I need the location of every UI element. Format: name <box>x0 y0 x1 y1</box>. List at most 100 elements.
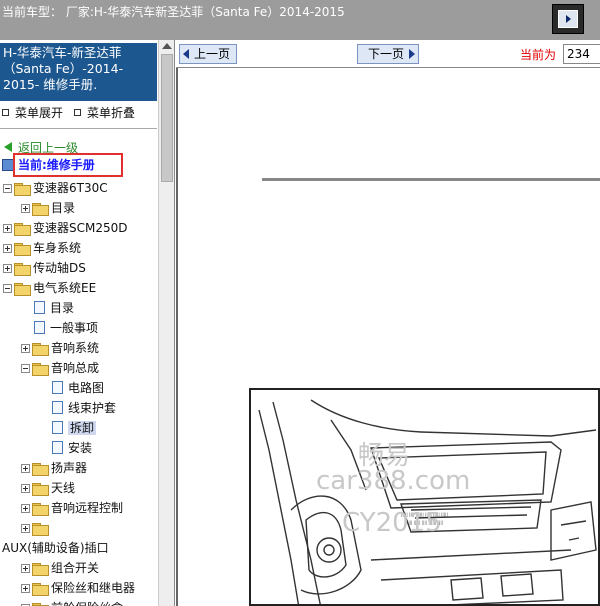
tree-folder-item[interactable]: 音响远程控制 <box>21 499 123 517</box>
collapse-menu-label: 菜单折叠 <box>87 106 136 120</box>
tree-item-label: 安装 <box>68 441 93 455</box>
expand-node-icon[interactable] <box>3 264 12 273</box>
expand-node-icon[interactable] <box>21 484 30 493</box>
collapse-icon <box>74 109 81 116</box>
toggle-panel-button[interactable] <box>552 4 584 34</box>
document-icon <box>34 301 45 314</box>
tree-item-label: 一般事项 <box>50 321 99 335</box>
watermark-line2: car388.com <box>316 466 471 496</box>
manual-title: H-华泰汽车-新圣达菲（Santa Fe）-2014-2015- 维修手册. <box>0 43 157 101</box>
current-page-label: 当前为 <box>520 48 557 62</box>
document-icon <box>52 401 63 414</box>
tree-item-label: 电路图 <box>68 381 105 395</box>
tree-item-label: 目录 <box>50 301 75 315</box>
collapse-menu-button[interactable]: 菜单折叠 <box>74 104 135 121</box>
folder-icon <box>14 262 31 276</box>
expand-node-icon[interactable] <box>3 224 12 233</box>
document-icon <box>52 441 63 454</box>
next-page-button[interactable]: 下一页 <box>357 44 420 64</box>
tree-folder-item[interactable]: 前舱保险丝盒 <box>21 599 123 606</box>
tree-folder-item[interactable]: 变速器SCM250D <box>3 219 128 237</box>
tree-item-label: 音响总成 <box>51 361 100 375</box>
collapse-node-icon[interactable] <box>21 364 30 373</box>
expand-menu-label: 菜单展开 <box>15 106 64 120</box>
tree-item-label: 音响系统 <box>51 341 100 355</box>
folder-icon <box>32 522 49 536</box>
tree-folder-item[interactable] <box>21 519 51 537</box>
folder-icon <box>32 362 49 376</box>
expand-icon <box>2 109 9 116</box>
vehicle-title: 当前车型： 厂家:H-华泰汽车新圣达菲（Santa Fe）2014-2015 <box>2 5 345 19</box>
tree-item-label: 电气系统EE <box>33 281 97 295</box>
tree-folder-item[interactable]: 扬声器 <box>21 459 87 477</box>
tree-item-label: 天线 <box>51 481 76 495</box>
tree-folder-item[interactable]: 变速器6T30C <box>3 179 108 197</box>
expand-node-icon[interactable] <box>3 244 12 253</box>
divider <box>0 128 157 129</box>
collapse-node-icon[interactable] <box>3 184 12 193</box>
tree-folder-item[interactable]: 音响总成 <box>21 359 99 377</box>
tree-folder-item[interactable]: 保险丝和继电器 <box>21 579 135 597</box>
folder-icon <box>32 342 49 356</box>
folder-icon <box>14 222 31 236</box>
tree-item-label: 组合开关 <box>51 561 100 575</box>
folder-icon <box>32 502 49 516</box>
tree-item-label: 扬声器 <box>51 461 88 475</box>
tree-document-item[interactable]: 电路图 <box>39 379 104 397</box>
tree-item-label: 前舱保险丝盒 <box>51 601 123 606</box>
tree-folder-item[interactable]: 电气系统EE <box>3 279 96 297</box>
tree-text-item[interactable]: AUX(辅助设备)插口 <box>2 539 109 557</box>
expand-node-icon[interactable] <box>21 524 30 533</box>
content-border <box>176 68 178 606</box>
expand-node-icon[interactable] <box>21 504 30 513</box>
highlight-box <box>13 153 123 177</box>
tree-document-item[interactable]: 拆卸 <box>39 419 97 437</box>
section-rule <box>262 178 600 181</box>
expand-node-icon[interactable] <box>21 344 30 353</box>
folder-icon <box>32 482 49 496</box>
tree-item-label: 目录 <box>51 201 76 215</box>
tree-item-label: 变速器SCM250D <box>33 221 128 235</box>
expand-node-icon[interactable] <box>21 584 30 593</box>
tree-document-item[interactable]: 线束护套 <box>39 399 116 417</box>
prev-page-button[interactable]: 上一页 <box>179 44 238 64</box>
tree-folder-item[interactable]: 组合开关 <box>21 559 99 577</box>
expand-node-icon[interactable] <box>21 464 30 473</box>
folder-icon <box>32 562 49 576</box>
folder-icon <box>14 182 31 196</box>
tree-item-label: 车身系统 <box>33 241 82 255</box>
page-number-input[interactable]: 234 <box>563 44 600 64</box>
tree-document-item[interactable]: 目录 <box>21 299 74 317</box>
tree-item-label: AUX(辅助设备)插口 <box>2 541 109 555</box>
tree-folder-item[interactable]: 车身系统 <box>3 239 81 257</box>
dashboard-diagram: ||||| |||| |||||| ||||| ||||| ||||| ||||… <box>249 388 600 606</box>
right-arrow-icon <box>409 49 416 59</box>
next-page-label: 下一页 <box>368 47 405 61</box>
expand-menu-button[interactable]: 菜单展开 <box>2 104 63 121</box>
collapse-node-icon[interactable] <box>3 284 12 293</box>
tree-document-item[interactable]: 一般事项 <box>21 319 98 337</box>
tree-folder-item[interactable]: 传动轴DS <box>3 259 86 277</box>
content-panel: 上一页 下一页 当前为 234 ||||| |||| |||||| ||||| … <box>176 40 600 606</box>
tree-folder-item[interactable]: 音响系统 <box>21 339 99 357</box>
folder-icon <box>32 582 49 596</box>
scroll-up-icon[interactable] <box>162 43 172 49</box>
expand-node-icon[interactable] <box>21 564 30 573</box>
left-arrow-icon <box>183 49 189 59</box>
sidebar: H-华泰汽车-新圣达菲（Santa Fe）-2014-2015- 维修手册. 菜… <box>0 40 175 606</box>
tree-item-label: 线束护套 <box>68 401 117 415</box>
scroll-thumb[interactable] <box>161 54 173 182</box>
expand-node-icon[interactable] <box>21 204 30 213</box>
dashboard-line-drawing: ||||| |||| |||||| ||||| ||||| ||||| ||||… <box>258 399 597 604</box>
tree-folder-item[interactable]: 天线 <box>21 479 75 497</box>
back-arrow-icon <box>4 142 12 152</box>
play-icon <box>558 10 578 28</box>
tree-item-label: 拆卸 <box>68 421 97 435</box>
tree-document-item[interactable]: 安装 <box>39 439 92 457</box>
folder-icon <box>32 602 49 606</box>
tree-item-label: 保险丝和继电器 <box>51 581 136 595</box>
document-icon <box>52 421 63 434</box>
sidebar-scrollbar[interactable] <box>158 40 174 606</box>
tree-folder-item[interactable]: 目录 <box>21 199 75 217</box>
tree-item-label: 传动轴DS <box>33 261 86 275</box>
